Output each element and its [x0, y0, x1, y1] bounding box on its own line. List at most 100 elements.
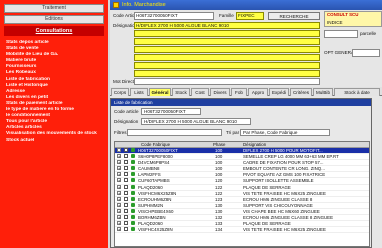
filter-select[interactable] [127, 129, 222, 136]
tab-stock[interactable]: Stock [172, 88, 190, 96]
expand-icon[interactable]: + [117, 227, 121, 232]
main-panel: Info. Marchandise Code Article H06T32700… [110, 0, 382, 248]
designation-field-4[interactable] [134, 46, 320, 53]
parcelle-label: parcelle [360, 31, 377, 36]
cell-phase: 134 [215, 227, 223, 233]
tab-lists[interactable]: Lists [130, 88, 148, 96]
cell-code: VISFHC4X25Z8N [138, 227, 173, 233]
component-icon [131, 166, 135, 171]
designation-field-2[interactable] [134, 30, 320, 37]
consult-title: CONSULT SCU [327, 12, 359, 17]
component-icon [131, 178, 135, 183]
row-checkbox[interactable] [124, 172, 128, 177]
famille-field[interactable]: FIXPEC [236, 12, 264, 20]
dialog-code-field[interactable]: H06T32700050FIXT [141, 108, 201, 115]
dialog-code-label: Code article [114, 109, 139, 114]
filter-label: Filtres [114, 130, 127, 135]
tab-criteres[interactable]: Critères [290, 88, 312, 96]
component-icon [131, 154, 135, 159]
row-checkbox[interactable] [124, 215, 128, 220]
indice-label: INDICE [327, 20, 343, 25]
dialog-designation-label: Désignation [114, 119, 139, 124]
expand-icon[interactable]: + [117, 196, 121, 201]
component-icon [131, 148, 135, 152]
row-checkbox[interactable] [124, 190, 128, 195]
tab-fob[interactable]: Fob [231, 88, 247, 96]
tri-label: Tri par [226, 130, 240, 135]
expand-icon[interactable]: + [117, 166, 121, 171]
window-icon [113, 2, 119, 8]
expand-icon[interactable]: + [117, 160, 121, 165]
app-window: Traitement Editions Consultations Stats … [0, 0, 382, 248]
sidebar-menu: Stats depos article Stats de vente Mobil… [0, 40, 108, 144]
row-checkbox[interactable] [124, 202, 128, 207]
consult-box: CONSULT SCU INDICE [324, 11, 382, 27]
expand-icon[interactable]: + [117, 221, 121, 226]
row-checkbox[interactable] [124, 227, 128, 232]
editions-button[interactable]: Editions [4, 15, 104, 24]
famille-label: Famille [219, 13, 234, 18]
designation-field-5[interactable] [134, 54, 320, 61]
title-bar: Info. Marchandise [110, 0, 382, 10]
opt-general-field[interactable] [352, 49, 380, 57]
tab-expedi[interactable]: Expédi [269, 88, 289, 96]
component-icon [131, 172, 135, 177]
expand-icon[interactable]: + [117, 184, 121, 189]
sidebar-item[interactable]: Stock actuel [6, 138, 108, 144]
tab-cost[interactable]: Cost [191, 88, 209, 96]
designation-field-3[interactable] [134, 38, 320, 45]
sidebar-item[interactable]: Visualisation des mouvements de stock [6, 131, 108, 137]
component-icon [131, 202, 135, 207]
cell-designation: VIS TETE FRAISEE HC M6X25 ZINGUEE [243, 227, 326, 233]
component-icon [131, 184, 135, 189]
tab-stock-a-date[interactable]: Stock à date [334, 88, 380, 96]
dialog-designation-field[interactable]: H/DIFLEX 2700 H 5000 ALGUE BLANC 9010 [141, 118, 251, 125]
indice-field[interactable] [324, 30, 358, 38]
fabrication-grid: Code Fabrique Phase Désignation + H06T327… [114, 141, 370, 247]
expand-icon[interactable]: + [117, 208, 121, 213]
row-checkbox[interactable] [124, 148, 128, 152]
liste-fabrication-dialog: Liste de fabrication Code article H06T32… [110, 98, 372, 248]
component-icon [131, 190, 135, 195]
component-icon [131, 208, 135, 213]
designation-field-1[interactable]: H/DIFLEX 2700 H 5000 ALGUE BLANC 9010 [134, 22, 320, 29]
recherche-button[interactable]: RECHERCHE [268, 12, 320, 20]
window-title: Info. Marchandise [122, 2, 166, 8]
component-icon [131, 221, 135, 226]
row-checkbox[interactable] [124, 166, 128, 171]
row-checkbox[interactable] [124, 178, 128, 183]
tab-bar: Corps Lists Général Stock Cost Divers Fo… [110, 87, 382, 96]
designation-field-7[interactable] [134, 70, 320, 77]
row-checkbox[interactable] [124, 184, 128, 189]
tab-mulbib[interactable]: MulBib [313, 88, 333, 96]
expand-icon[interactable]: + [117, 148, 121, 153]
expand-icon[interactable]: + [117, 215, 121, 220]
row-checkbox[interactable] [124, 154, 128, 159]
expand-icon[interactable]: + [117, 172, 121, 177]
tri-select[interactable]: Par Phase, Code Fabrique [240, 129, 330, 136]
component-icon [131, 215, 135, 220]
traitement-button[interactable]: Traitement [4, 4, 104, 13]
tab-appro[interactable]: Appro [248, 88, 268, 96]
dialog-title: Liste de fabrication [111, 99, 371, 106]
tab-general[interactable]: Général [149, 88, 171, 96]
expand-icon[interactable]: + [117, 202, 121, 207]
consultations-header[interactable]: Consultations [4, 26, 104, 36]
expand-icon[interactable]: + [117, 190, 121, 195]
row-checkbox[interactable] [124, 221, 128, 226]
mot-directeur-field[interactable] [134, 78, 320, 85]
row-checkbox[interactable] [124, 160, 128, 165]
code-article-field[interactable]: H06T32700050FIXT [134, 12, 214, 20]
component-icon [131, 196, 135, 201]
row-checkbox[interactable] [124, 208, 128, 213]
expand-icon[interactable]: + [117, 154, 121, 159]
designation-field-6[interactable] [134, 62, 320, 69]
component-icon [131, 160, 135, 165]
row-checkbox[interactable] [124, 196, 128, 201]
component-icon [131, 227, 135, 232]
tab-divers[interactable]: Divers [210, 88, 230, 96]
expand-icon[interactable]: + [117, 178, 121, 183]
table-row[interactable]: + VISFHC4X25Z8N 134 VIS TETE FRAISEE HC M6X… [115, 227, 369, 234]
tab-corps[interactable]: Corps [111, 88, 129, 96]
sidebar: Traitement Editions Consultations Stats … [0, 0, 108, 248]
